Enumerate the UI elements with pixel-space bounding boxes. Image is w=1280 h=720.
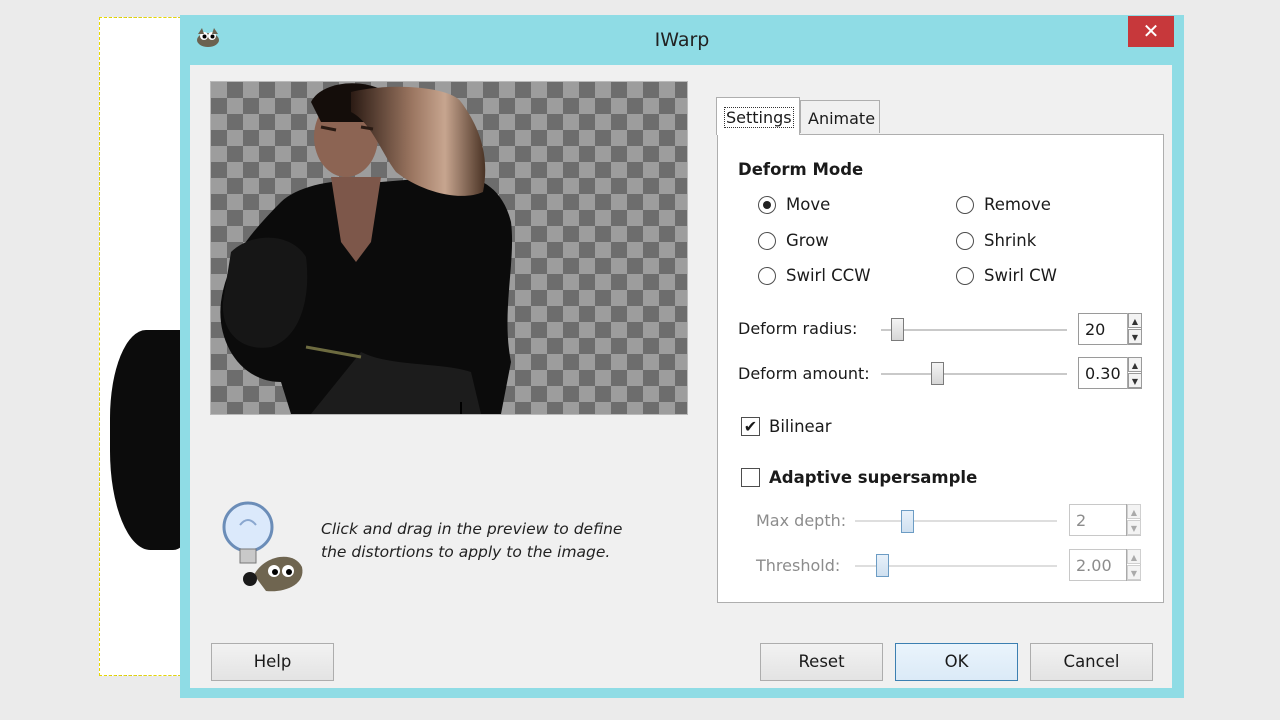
threshold-label: Threshold: bbox=[756, 556, 841, 575]
checkmark-icon: ✔ bbox=[743, 417, 758, 436]
preview-image bbox=[220, 83, 513, 414]
radio-swirl-cw-label: Swirl CW bbox=[984, 266, 1058, 285]
threshold-spin-arrows: ▲ ▼ bbox=[1126, 549, 1141, 581]
radio-shrink-label: Shrink bbox=[984, 231, 1037, 250]
adaptive-supersample-checkbox[interactable] bbox=[741, 468, 760, 487]
radio-remove-indicator bbox=[956, 196, 974, 214]
spin-down-icon[interactable]: ▼ bbox=[1127, 565, 1141, 580]
threshold-spinbox[interactable]: 2.00 ▲ ▼ bbox=[1069, 549, 1141, 581]
deform-amount-label: Deform amount: bbox=[738, 364, 870, 383]
cancel-button[interactable]: Cancel bbox=[1030, 643, 1153, 681]
spin-up-icon[interactable]: ▲ bbox=[1128, 357, 1142, 372]
close-button[interactable]: ✕ bbox=[1128, 16, 1174, 47]
reset-button[interactable]: Reset bbox=[760, 643, 883, 681]
radio-swirl-cw-indicator bbox=[956, 267, 974, 285]
spin-down-icon[interactable]: ▼ bbox=[1127, 520, 1141, 535]
hint-line-2: the distortions to apply to the image. bbox=[321, 543, 611, 561]
help-button[interactable]: Help bbox=[211, 643, 334, 681]
adaptive-supersample-label: Adaptive supersample bbox=[769, 468, 978, 487]
deform-radius-slider-thumb[interactable] bbox=[891, 318, 904, 341]
max-depth-slider[interactable] bbox=[855, 520, 1057, 522]
preview-area[interactable] bbox=[210, 81, 688, 415]
dialog-content: Click and drag in the preview to define … bbox=[190, 65, 1172, 688]
radio-grow-indicator bbox=[758, 232, 776, 250]
deform-radius-label: Deform radius: bbox=[738, 319, 858, 338]
deform-amount-spinbox[interactable]: 0.30 ▲ ▼ bbox=[1078, 357, 1142, 389]
window-title: IWarp bbox=[654, 29, 710, 51]
spin-down-icon[interactable]: ▼ bbox=[1128, 373, 1142, 388]
hint-line-1: Click and drag in the preview to define bbox=[321, 520, 623, 538]
spin-up-icon[interactable]: ▲ bbox=[1128, 313, 1142, 328]
max-depth-spin-arrows: ▲ ▼ bbox=[1126, 504, 1141, 536]
deform-radius-spin-arrows: ▲ ▼ bbox=[1127, 313, 1142, 345]
threshold-slider-thumb[interactable] bbox=[876, 554, 889, 577]
lightbulb-wilber-icon bbox=[222, 501, 303, 592]
radio-move-label: Move bbox=[786, 195, 831, 214]
threshold-value: 2.00 bbox=[1076, 556, 1112, 575]
bilinear-checkbox[interactable]: ✔ bbox=[741, 417, 760, 436]
radio-remove-label: Remove bbox=[984, 195, 1051, 214]
tab-settings[interactable]: Settings bbox=[716, 97, 800, 135]
max-depth-slider-thumb[interactable] bbox=[901, 510, 914, 533]
max-depth-label: Max depth: bbox=[756, 511, 847, 530]
deform-radius-value: 20 bbox=[1085, 320, 1106, 339]
settings-panel: Deform Mode Move Remove Grow Shrink Swir… bbox=[717, 134, 1164, 603]
max-depth-spinbox[interactable]: 2 ▲ ▼ bbox=[1069, 504, 1141, 536]
tab-settings-label: Settings bbox=[724, 107, 794, 128]
ok-button[interactable]: OK bbox=[895, 643, 1018, 681]
spin-up-icon[interactable]: ▲ bbox=[1127, 549, 1141, 564]
tab-animate-label: Animate bbox=[808, 109, 876, 128]
tab-animate[interactable]: Animate bbox=[800, 100, 880, 133]
radio-swirl-ccw-indicator bbox=[758, 267, 776, 285]
iwarp-dialog: IWarp ✕ Click and drag in the preview to… bbox=[180, 15, 1184, 698]
close-icon: ✕ bbox=[1142, 19, 1160, 43]
hint-text: Click and drag in the preview to define … bbox=[321, 518, 661, 564]
deform-amount-spin-arrows: ▲ ▼ bbox=[1127, 357, 1142, 389]
deform-mode-title: Deform Mode bbox=[738, 160, 864, 179]
radio-move-indicator bbox=[758, 196, 776, 214]
deform-amount-slider-thumb[interactable] bbox=[931, 362, 944, 385]
title-bar[interactable]: IWarp ✕ bbox=[180, 15, 1184, 65]
deform-amount-value: 0.30 bbox=[1085, 364, 1121, 383]
deform-radius-slider[interactable] bbox=[881, 329, 1067, 331]
radio-grow-label: Grow bbox=[786, 231, 829, 250]
spin-up-icon[interactable]: ▲ bbox=[1127, 504, 1141, 519]
spin-down-icon[interactable]: ▼ bbox=[1128, 329, 1142, 344]
deform-amount-slider[interactable] bbox=[881, 373, 1067, 375]
radio-shrink-indicator bbox=[956, 232, 974, 250]
deform-radius-spinbox[interactable]: 20 ▲ ▼ bbox=[1078, 313, 1142, 345]
bilinear-label: Bilinear bbox=[769, 417, 832, 436]
radio-swirl-ccw-label: Swirl CCW bbox=[786, 266, 871, 285]
max-depth-value: 2 bbox=[1076, 511, 1087, 530]
